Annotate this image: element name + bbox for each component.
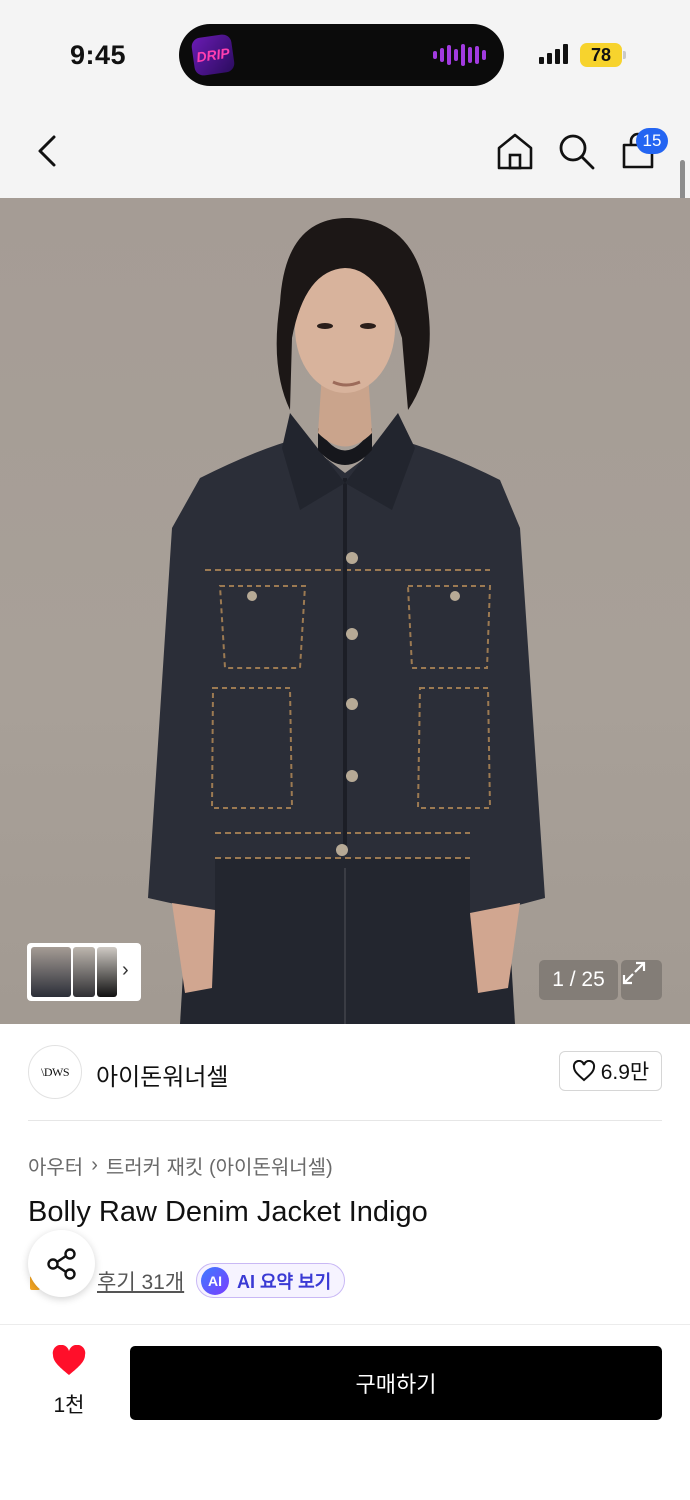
breadcrumb-item-outer[interactable]: 아우터 [28, 1151, 83, 1180]
brand-like-button[interactable]: 6.9만 [559, 1051, 662, 1091]
share-icon [46, 1247, 76, 1280]
back-button[interactable] [26, 129, 70, 173]
brand-like-count: 6.9만 [600, 1061, 650, 1084]
dynamic-island[interactable]: DRIP [179, 24, 504, 86]
thumbnail-2[interactable] [73, 947, 95, 997]
thumbnail-strip[interactable]: › [27, 943, 141, 1001]
expand-icon [622, 961, 646, 985]
bottom-bar-divider [0, 1324, 690, 1325]
chevron-right-icon: › [122, 959, 129, 981]
heart-outline-icon [572, 1060, 595, 1082]
status-bar: 9:45 DRIP 78 [0, 0, 690, 105]
buy-button[interactable]: 구매하기 [130, 1346, 662, 1420]
status-time: 9:45 [70, 40, 127, 70]
brand-logo[interactable]: \DWS [28, 1045, 82, 1099]
ai-summary-button[interactable]: AI AI 요약 보기 [196, 1263, 346, 1298]
share-button[interactable] [28, 1230, 95, 1297]
chevron-left-icon [38, 135, 56, 167]
expand-button[interactable] [621, 960, 662, 1000]
home-icon [497, 133, 533, 170]
breadcrumb-separator: › [91, 1154, 98, 1176]
breadcrumb: 아우터 › 트러커 재킷 (아이돈워너셀) [28, 1151, 333, 1180]
product-image[interactable]: › 1 / 25 [0, 198, 690, 1024]
heart-filled-icon [52, 1345, 86, 1375]
thumbnail-3[interactable] [97, 947, 117, 997]
home-button[interactable] [493, 129, 537, 173]
product-title: Bolly Raw Denim Jacket Indigo [28, 1196, 428, 1228]
battery-icon: 78 [580, 43, 622, 67]
cellular-signal-icon [539, 44, 568, 64]
ai-summary-label: AI 요약 보기 [237, 1271, 332, 1292]
model-in-denim-jacket-image [148, 217, 545, 1024]
drip-app-logo: DRIP [190, 33, 236, 77]
search-button[interactable] [554, 129, 598, 173]
breadcrumb-item-trucker-jacket[interactable]: 트러커 재킷 (아이돈워너셀) [106, 1151, 333, 1180]
product-page: 9:45 DRIP 78 15 › 1 / 25 \DWS 아이돈워너셀 6.9… [0, 0, 690, 1500]
search-icon [559, 134, 595, 170]
section-divider [28, 1120, 662, 1121]
audio-wave-icon [433, 44, 486, 66]
battery-tip [623, 51, 626, 59]
thumbnail-1[interactable] [31, 947, 71, 997]
reviews-link[interactable]: 후기 31개 [97, 1266, 184, 1296]
wishlist-count: 1천 [53, 1394, 85, 1417]
ai-badge-icon: AI [201, 1266, 229, 1295]
cart-count-badge: 15 [636, 128, 668, 154]
wishlist-button[interactable]: 1천 [40, 1345, 98, 1419]
top-nav-bar [0, 105, 690, 198]
image-counter: 1 / 25 [539, 960, 618, 1000]
brand-name[interactable]: 아이돈워너셀 [96, 1057, 228, 1092]
